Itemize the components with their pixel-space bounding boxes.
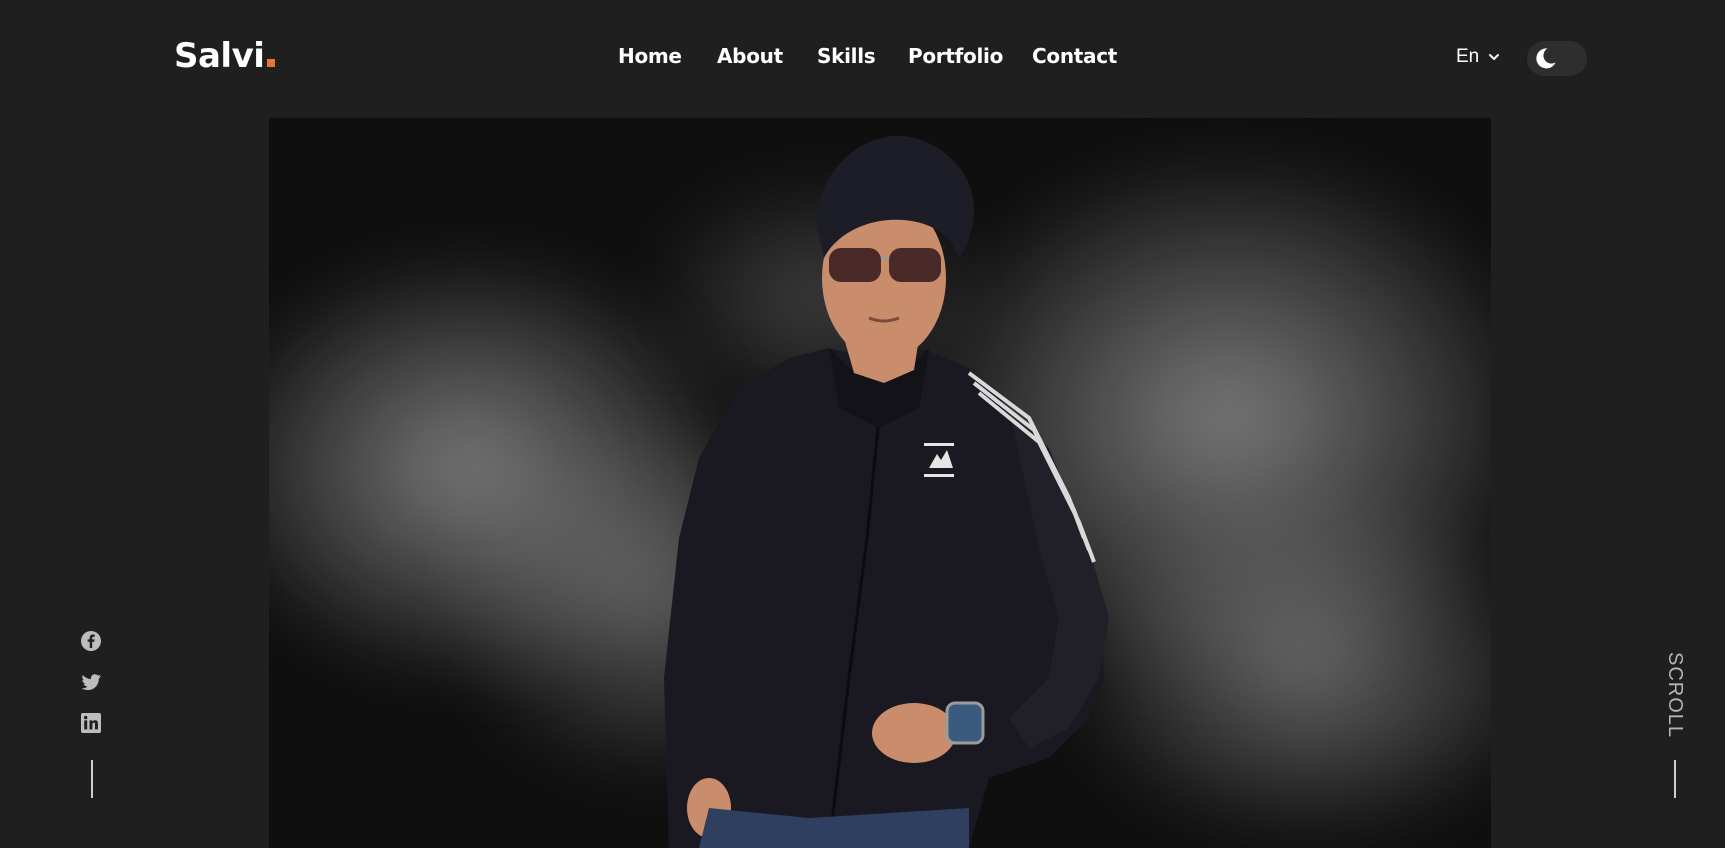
hero-photo <box>269 118 1491 848</box>
scroll-line <box>1674 760 1676 798</box>
portfolio-page: Salvi Home About Skills Portfolio Contac… <box>0 0 1725 848</box>
facebook-icon[interactable] <box>80 630 102 652</box>
site-logo[interactable]: Salvi <box>174 36 276 76</box>
chevron-down-icon <box>1489 54 1500 60</box>
scroll-label: SCROLL <box>1664 652 1686 739</box>
theme-toggle-switch[interactable] <box>1527 41 1587 76</box>
nav-about-link[interactable]: About <box>717 44 783 68</box>
nav-skills-link[interactable]: Skills <box>817 44 876 68</box>
linkedin-icon[interactable] <box>80 712 102 734</box>
nav-contact-link[interactable]: Contact <box>1032 44 1117 68</box>
nav-home-link[interactable]: Home <box>618 44 682 68</box>
person-figure <box>664 135 1109 848</box>
social-links <box>80 630 104 798</box>
moon-icon <box>1536 48 1556 69</box>
social-divider-line <box>91 760 93 798</box>
site-header: Salvi Home About Skills Portfolio Contac… <box>0 0 1725 116</box>
nav-portfolio-link[interactable]: Portfolio <box>908 44 1003 68</box>
logo-text: Salvi <box>174 36 265 76</box>
scroll-indicator[interactable]: SCROLL <box>1661 652 1687 798</box>
language-selected-label: En <box>1456 46 1480 67</box>
twitter-icon[interactable] <box>80 671 102 693</box>
logo-accent-dot <box>267 59 276 67</box>
language-selector[interactable]: En <box>1456 46 1501 68</box>
